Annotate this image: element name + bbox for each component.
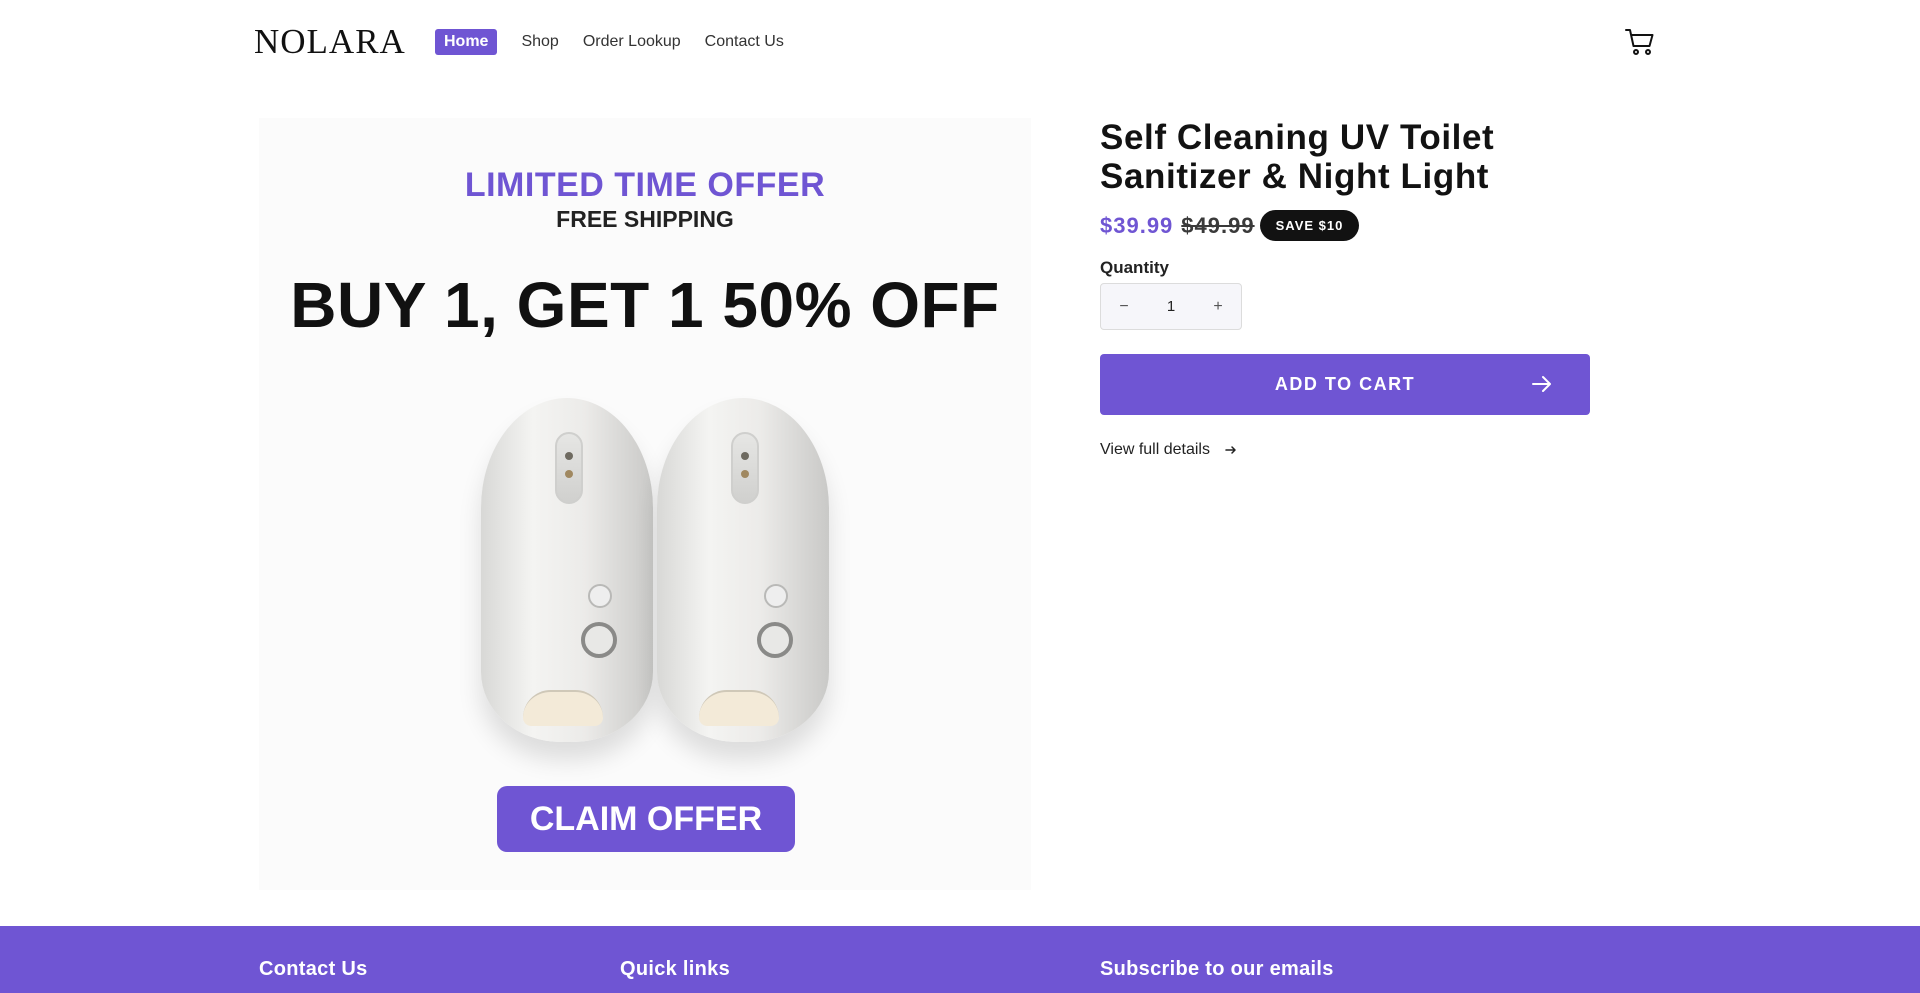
add-to-cart-label: ADD TO CART (1274, 374, 1416, 394)
view-full-details-label: View full details (1100, 441, 1210, 458)
promo-shipping-text: FREE SHIPPING (556, 206, 734, 232)
footer-heading-quick-links: Quick links (620, 958, 731, 980)
product-device-left (481, 398, 653, 742)
store-logo[interactable]: NOLARA (254, 22, 406, 62)
regular-price: $49.99 (1181, 212, 1255, 238)
price-row: $39.99 $49.99 SAVE $10 (1100, 210, 1360, 241)
sale-price: $39.99 (1100, 212, 1174, 238)
add-to-cart-button[interactable]: ADD TO CART (1100, 354, 1590, 415)
claim-offer-graphic: CLAIM OFFER (497, 786, 795, 852)
save-badge: SAVE $10 (1259, 210, 1360, 241)
promo-offer-text: LIMITED TIME OFFER (464, 166, 826, 204)
product-image[interactable]: LIMITED TIME OFFER FREE SHIPPING BUY 1, … (259, 118, 1031, 890)
arrow-right-icon (1532, 376, 1551, 392)
product-title: Self Cleaning UV Toilet Sanitizer & Nigh… (1100, 118, 1495, 197)
shopping-cart-icon[interactable] (1624, 26, 1656, 58)
footer-heading-contact: Contact Us (259, 958, 368, 980)
quantity-decrease-button[interactable]: − (1101, 298, 1147, 316)
main-nav: Home Shop Order Lookup Contact Us (435, 29, 808, 55)
arrow-right-icon (1225, 446, 1236, 454)
site-footer: Contact Us Quick links Subscribe to our … (0, 926, 1920, 993)
promo-headline: BUY 1, GET 1 50% OFF (290, 269, 1000, 341)
quantity-input[interactable]: 1 (1147, 298, 1195, 315)
quantity-increase-button[interactable]: + (1195, 298, 1241, 316)
product-info: Self Cleaning UV Toilet Sanitizer & Nigh… (1100, 118, 1590, 458)
nav-item-contact-us[interactable]: Contact Us (705, 33, 784, 51)
nav-item-home[interactable]: Home (435, 29, 498, 55)
quantity-stepper: − 1 + (1100, 283, 1242, 330)
footer-heading-subscribe: Subscribe to our emails (1100, 958, 1334, 980)
nav-item-shop[interactable]: Shop (521, 33, 558, 51)
nav-item-order-lookup[interactable]: Order Lookup (583, 33, 681, 51)
site-header: NOLARA Home Shop Order Lookup Contact Us (0, 0, 1920, 84)
quantity-label: Quantity (1100, 258, 1169, 277)
view-full-details-link[interactable]: View full details (1100, 441, 1238, 459)
product-device-right (657, 398, 829, 742)
